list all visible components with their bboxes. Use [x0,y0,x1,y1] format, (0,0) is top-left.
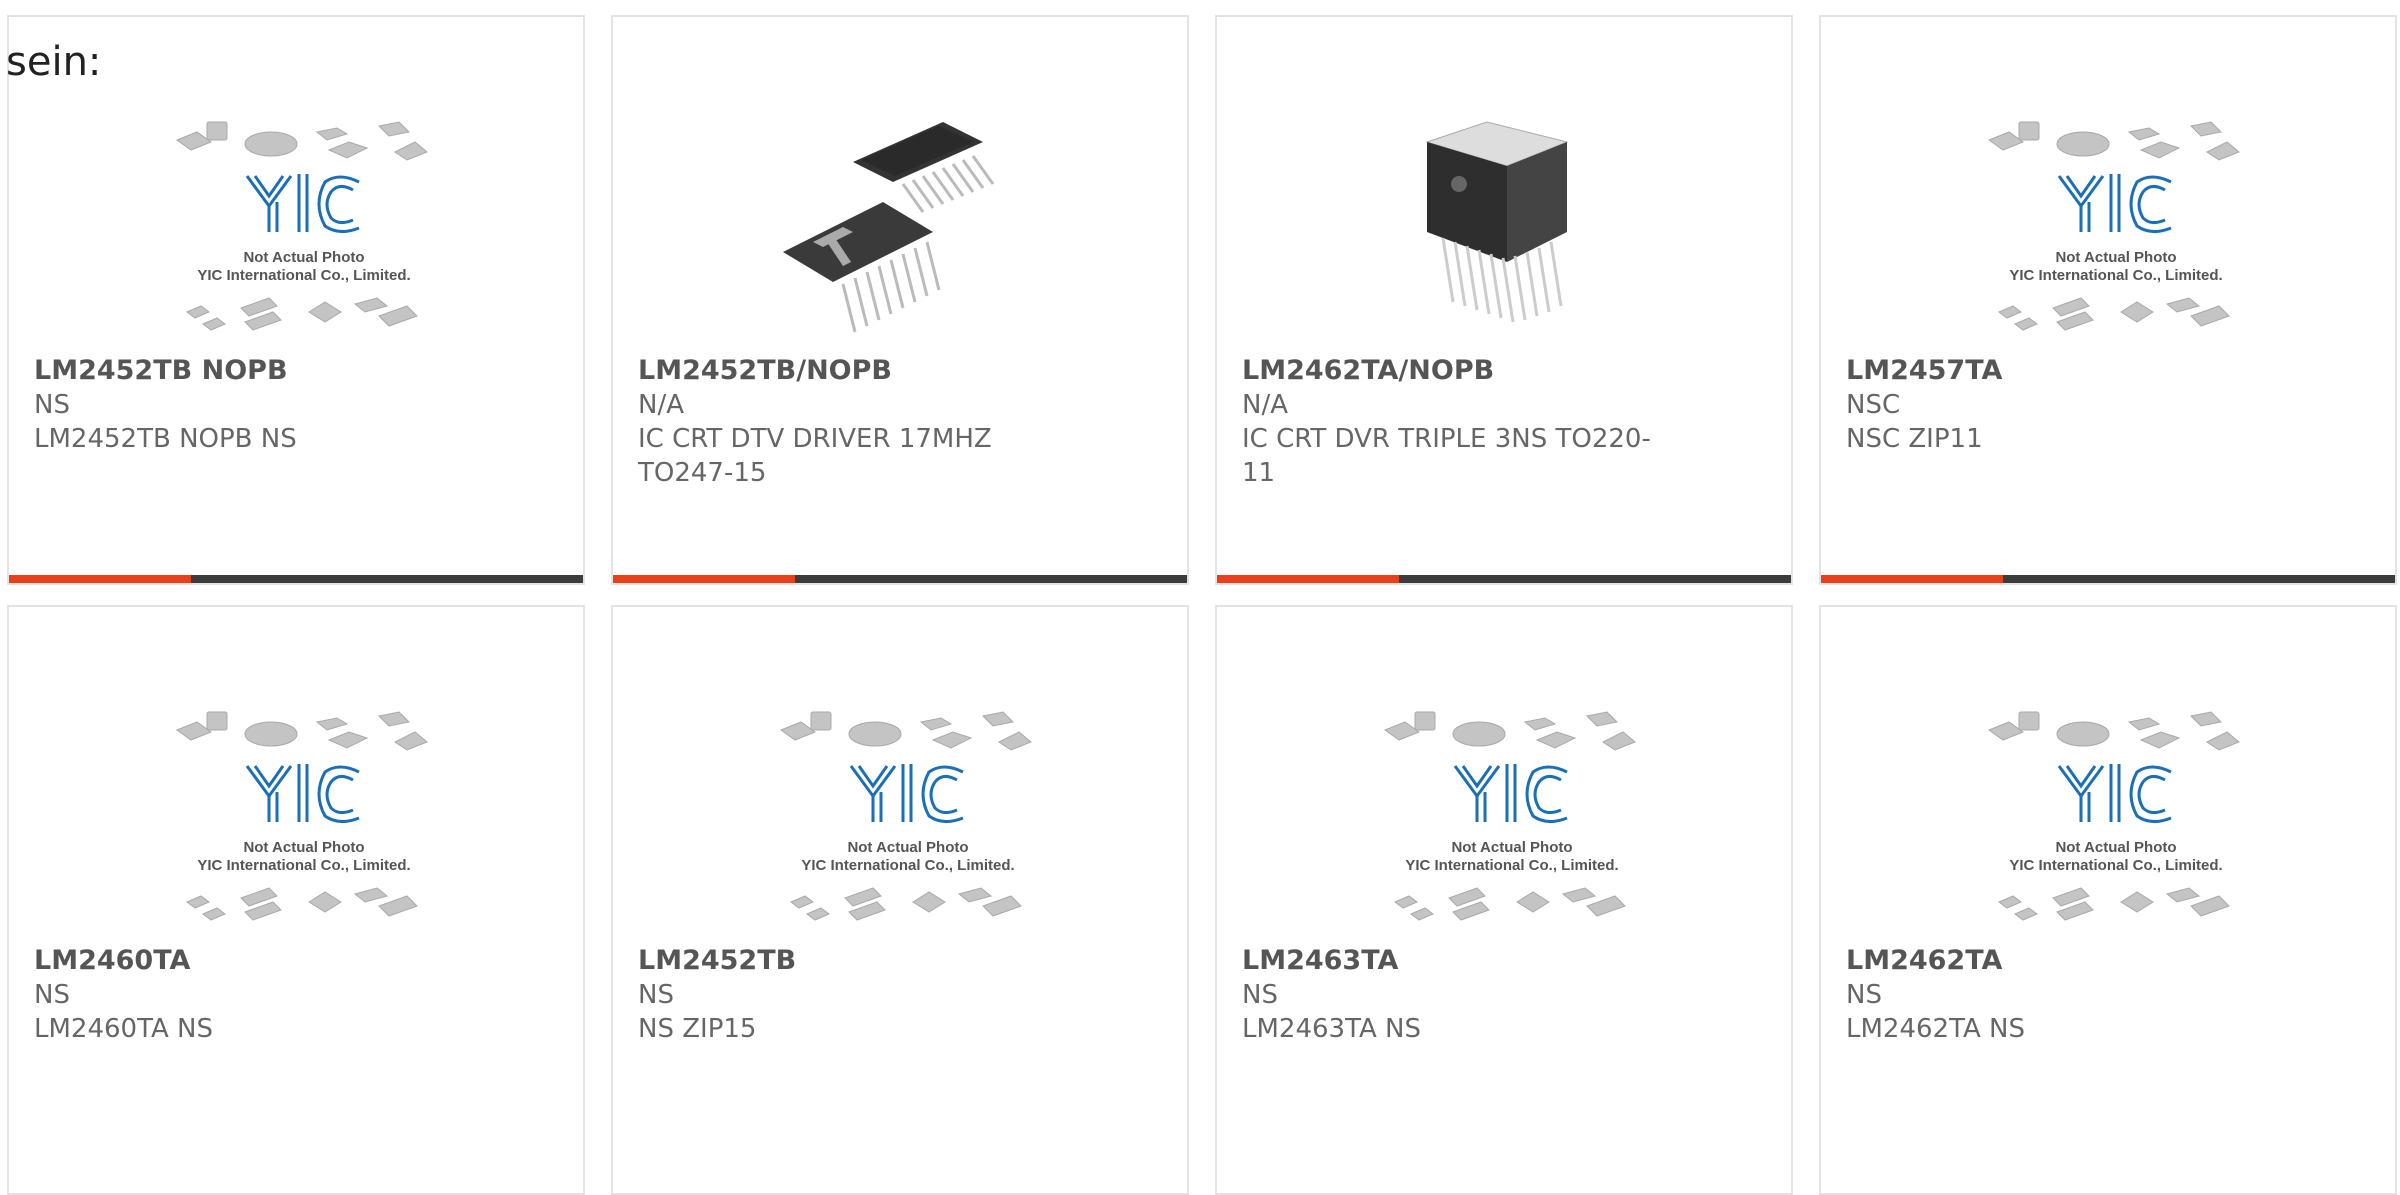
manufacturer: NS [1242,980,1278,1010]
manufacturer: N/A [1242,390,1288,420]
part-number[interactable]: LM2452TB [638,944,1058,978]
placeholder-line1: Not Actual Photo [2055,839,2176,856]
manufacturer: NS [1846,980,1882,1010]
placeholder-line2: YIC International Co., Limited. [2009,857,2222,874]
description: LM2463TA NS [1242,1014,1421,1044]
card-accent [1217,575,1399,583]
description: IC CRT DVR TRIPLE 3NS TO220-11 [1242,424,1651,488]
placeholder-line2: YIC International Co., Limited. [2009,267,2222,284]
card-accent [1821,575,2003,583]
placeholder-line2: YIC International Co., Limited. [197,857,410,874]
placeholder-line1: Not Actual Photo [243,249,364,266]
product-image[interactable]: Not Actual Photo YIC International Co., … [159,692,449,937]
part-number[interactable]: LM2452TB NOPB [34,354,454,388]
part-number[interactable]: LM2462TA [1846,944,2266,978]
product-card[interactable]: Not Actual Photo YIC International Co., … [611,605,1189,1195]
placeholder-line1: Not Actual Photo [1451,839,1572,856]
part-number[interactable]: LM2457TA [1846,354,2266,388]
description: LM2460TA NS [34,1014,213,1044]
card-bottom-bar [1217,575,1791,583]
product-image[interactable] [763,102,1053,347]
part-number[interactable]: LM2460TA [34,944,454,978]
product-card[interactable]: Not Actual Photo YIC International Co., … [1819,605,2397,1195]
placeholder-line2: YIC International Co., Limited. [1405,857,1618,874]
product-image[interactable] [1367,102,1657,347]
manufacturer: NS [34,980,70,1010]
placeholder-line1: Not Actual Photo [2055,249,2176,266]
product-grid: Not Actual Photo YIC International Co., … [0,0,2400,1195]
placeholder-line1: Not Actual Photo [243,839,364,856]
placeholder-line1: Not Actual Photo [847,839,968,856]
card-bottom-bar [1821,575,2395,583]
part-number[interactable]: LM2463TA [1242,944,1662,978]
description: LM2452TB NOPB NS [34,424,297,454]
description: NS ZIP15 [638,1014,757,1044]
lead-text: sein: [6,39,102,85]
placeholder-line2: YIC International Co., Limited. [801,857,1014,874]
product-card[interactable]: Not Actual Photo YIC International Co., … [1215,605,1793,1195]
product-image[interactable]: Not Actual Photo YIC International Co., … [1971,692,2261,937]
placeholder-line2: YIC International Co., Limited. [197,267,410,284]
product-card[interactable]: LM2462TA/NOPB N/A IC CRT DVR TRIPLE 3NS … [1215,15,1793,585]
card-accent [9,575,191,583]
product-card[interactable]: Not Actual Photo YIC International Co., … [1819,15,2397,585]
card-accent [613,575,795,583]
part-number[interactable]: LM2452TB/NOPB [638,354,1058,388]
product-card[interactable]: LM2452TB/NOPB N/A IC CRT DTV DRIVER 17MH… [611,15,1189,585]
product-image[interactable]: Not Actual Photo YIC International Co., … [159,102,449,347]
product-image[interactable]: Not Actual Photo YIC International Co., … [763,692,1053,937]
description: NSC ZIP11 [1846,424,1983,454]
product-card[interactable]: Not Actual Photo YIC International Co., … [7,15,585,585]
card-bottom-bar [9,575,583,583]
part-number[interactable]: LM2462TA/NOPB [1242,354,1662,388]
product-image[interactable]: Not Actual Photo YIC International Co., … [1971,102,2261,347]
description: IC CRT DTV DRIVER 17MHZ TO247-15 [638,424,992,488]
manufacturer: N/A [638,390,684,420]
product-card[interactable]: Not Actual Photo YIC International Co., … [7,605,585,1195]
card-bottom-bar [613,575,1187,583]
manufacturer: NS [34,390,70,420]
manufacturer: NS [638,980,674,1010]
manufacturer: NSC [1846,390,1901,420]
product-image[interactable]: Not Actual Photo YIC International Co., … [1367,692,1657,937]
description: LM2462TA NS [1846,1014,2025,1044]
